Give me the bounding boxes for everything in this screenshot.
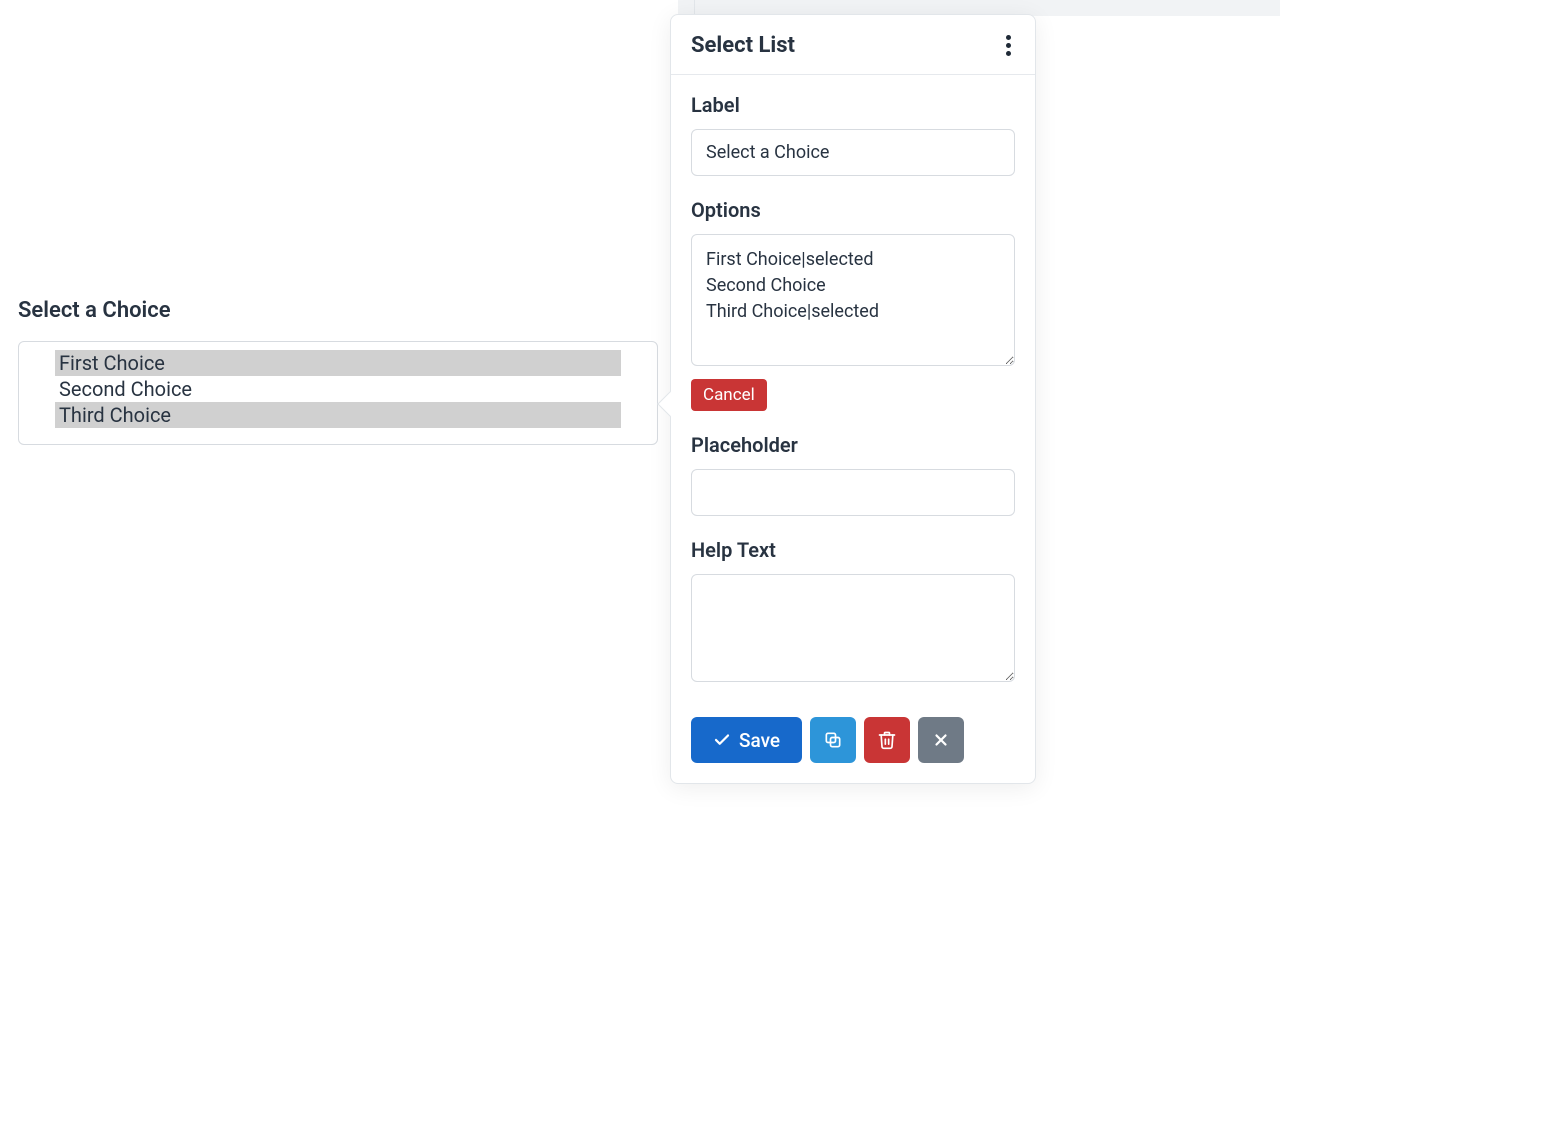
save-button-label: Save (739, 729, 780, 752)
config-panel: Select List Label Options Cancel Placeho… (670, 14, 1036, 784)
label-input[interactable] (691, 129, 1015, 176)
check-icon (713, 731, 731, 749)
preview-label: Select a Choice (18, 298, 658, 323)
placeholder-input[interactable] (691, 469, 1015, 516)
placeholder-heading: Placeholder (691, 433, 1015, 457)
preview-area: Select a Choice First ChoiceSecond Choic… (18, 298, 658, 445)
select-list-preview[interactable]: First ChoiceSecond ChoiceThird Choice (18, 341, 658, 445)
label-heading: Label (691, 93, 1015, 117)
save-button[interactable]: Save (691, 717, 802, 763)
options-textarea[interactable] (691, 234, 1015, 366)
copy-icon (823, 730, 843, 750)
more-vertical-icon[interactable] (1002, 31, 1015, 60)
close-icon (932, 731, 950, 749)
close-button[interactable] (918, 717, 964, 763)
duplicate-button[interactable] (810, 717, 856, 763)
options-heading: Options (691, 198, 1015, 222)
cancel-button[interactable]: Cancel (691, 379, 767, 411)
list-item[interactable]: Third Choice (55, 402, 621, 428)
help-text-heading: Help Text (691, 538, 1015, 562)
panel-title: Select List (691, 33, 795, 58)
list-item[interactable]: Second Choice (55, 376, 621, 402)
delete-button[interactable] (864, 717, 910, 763)
help-text-textarea[interactable] (691, 574, 1015, 682)
trash-icon (877, 730, 897, 750)
list-item[interactable]: First Choice (55, 350, 621, 376)
